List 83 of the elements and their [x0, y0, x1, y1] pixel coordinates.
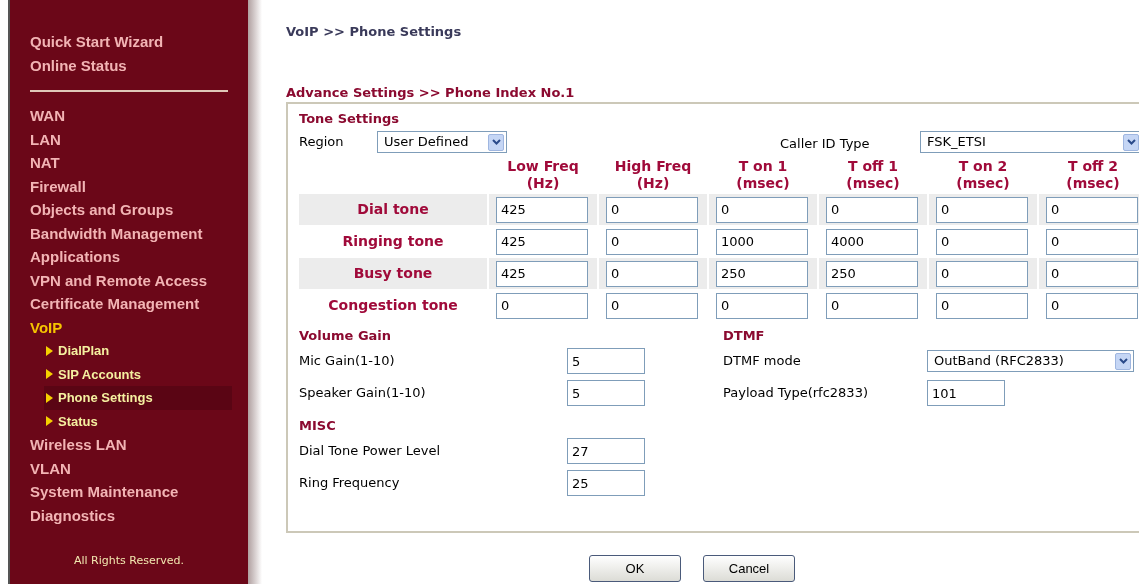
triangle-icon [46, 416, 53, 427]
row-label: Busy tone [299, 258, 487, 289]
menu-item[interactable]: Firewall [30, 174, 228, 198]
menu-item[interactable]: Certificate Management [30, 292, 228, 316]
submenu-item[interactable]: DialPlan [44, 339, 232, 363]
text-field[interactable]: 0 [826, 292, 918, 319]
group-title: Tone Settings [299, 110, 401, 128]
column-header: T off 1 (msec) [845, 158, 901, 192]
text-field[interactable]: 0 [936, 196, 1028, 223]
text-field[interactable]: 0 [936, 228, 1028, 255]
text-field[interactable]: 4000 [826, 228, 918, 255]
text-field[interactable]: 0 [1046, 228, 1138, 255]
menu-item[interactable]: VoIP [30, 315, 228, 339]
text-field[interactable]: 0 [716, 292, 808, 319]
section-title: Advance Settings >> Phone Index No.1 [286, 84, 576, 102]
menu-item[interactable]: Bandwidth Management [30, 221, 228, 245]
menu-item[interactable]: Quick Start Wizard [30, 30, 228, 54]
field-label: Payload Type(rfc2833) [723, 384, 869, 403]
text-field[interactable]: 0 [606, 196, 698, 223]
text-field[interactable]: 0 [606, 228, 698, 255]
menu-item[interactable]: Diagnostics [30, 503, 228, 527]
column-header: T on 2 (msec) [955, 158, 1011, 192]
text-field[interactable]: 250 [826, 260, 918, 287]
field-label: Ring Frequency [299, 474, 401, 493]
text-field[interactable]: 0 [1046, 196, 1138, 223]
menu-item[interactable]: Objects and Groups [30, 198, 228, 222]
field-label: Caller ID Type [780, 135, 871, 154]
text-field[interactable]: 0 [1046, 292, 1138, 319]
text-field[interactable]: 250 [716, 260, 808, 287]
text-field[interactable]: 0 [1046, 260, 1138, 287]
column-header: T off 2 (msec) [1065, 158, 1121, 192]
menu-item[interactable]: Applications [30, 245, 228, 269]
text-field[interactable]: 101 [927, 380, 1005, 406]
menu-item[interactable]: LAN [30, 127, 228, 151]
group-title: Volume Gain [299, 327, 393, 345]
group-title: MISC [299, 417, 337, 435]
text-field[interactable]: 0 [716, 196, 808, 223]
text-field[interactable]: 0 [936, 260, 1028, 287]
menu-item[interactable]: VPN and Remote Access [30, 268, 228, 292]
text-field[interactable]: 27 [567, 438, 645, 464]
row-label: Dial tone [299, 194, 487, 225]
triangle-icon [46, 345, 53, 356]
text-field[interactable]: 0 [606, 292, 698, 319]
submenu-item[interactable]: SIP Accounts [44, 362, 232, 386]
copyright-text: All Rights Reserved. [73, 553, 185, 569]
dtmf-mode-select[interactable]: OutBand (RFC2833) [927, 350, 1134, 372]
menu-item[interactable]: VLAN [30, 456, 228, 480]
menu-item[interactable]: WAN [30, 104, 228, 128]
text-field[interactable]: 25 [567, 470, 645, 496]
column-header: T on 1 (msec) [735, 158, 791, 192]
ok-button[interactable]: OK [589, 555, 681, 582]
menu-item[interactable]: Online Status [30, 54, 228, 78]
caller-id-select[interactable]: FSK_ETSI [920, 131, 1139, 153]
menu-item[interactable]: System Maintenance [30, 480, 228, 504]
column-header: High Freq (Hz) [613, 158, 693, 192]
row-label: Ringing tone [341, 232, 445, 251]
text-field[interactable]: 0 [936, 292, 1028, 319]
text-field[interactable]: 1000 [716, 228, 808, 255]
column-header: Low Freq (Hz) [506, 158, 580, 192]
text-field[interactable]: 0 [606, 260, 698, 287]
text-field[interactable]: 425 [496, 228, 588, 255]
text-field[interactable]: 425 [496, 196, 588, 223]
field-label: Speaker Gain(1-10) [299, 384, 427, 403]
field-label: Mic Gain(1-10) [299, 352, 396, 371]
text-field[interactable]: 425 [496, 260, 588, 287]
page-title: VoIP >> Phone Settings [286, 23, 463, 41]
group-title: DTMF [723, 327, 766, 345]
triangle-icon [46, 392, 53, 403]
menu-item[interactable]: NAT [30, 151, 228, 175]
text-field[interactable]: 5 [567, 348, 645, 374]
text-field[interactable]: 0 [826, 196, 918, 223]
menu-item[interactable]: Wireless LAN [30, 433, 228, 457]
triangle-icon [46, 369, 53, 380]
text-field[interactable]: 5 [567, 380, 645, 406]
field-label: DTMF mode [723, 352, 802, 371]
submenu-item[interactable]: Phone Settings [44, 386, 232, 410]
text-field[interactable]: 0 [496, 292, 588, 319]
cancel-button[interactable]: Cancel [703, 555, 795, 582]
row-label: Congestion tone [327, 296, 459, 315]
region-select[interactable]: User Defined [377, 131, 507, 153]
field-label: Region [299, 133, 345, 152]
field-label: Dial Tone Power Level [299, 442, 442, 461]
submenu-item[interactable]: Status [44, 409, 232, 433]
